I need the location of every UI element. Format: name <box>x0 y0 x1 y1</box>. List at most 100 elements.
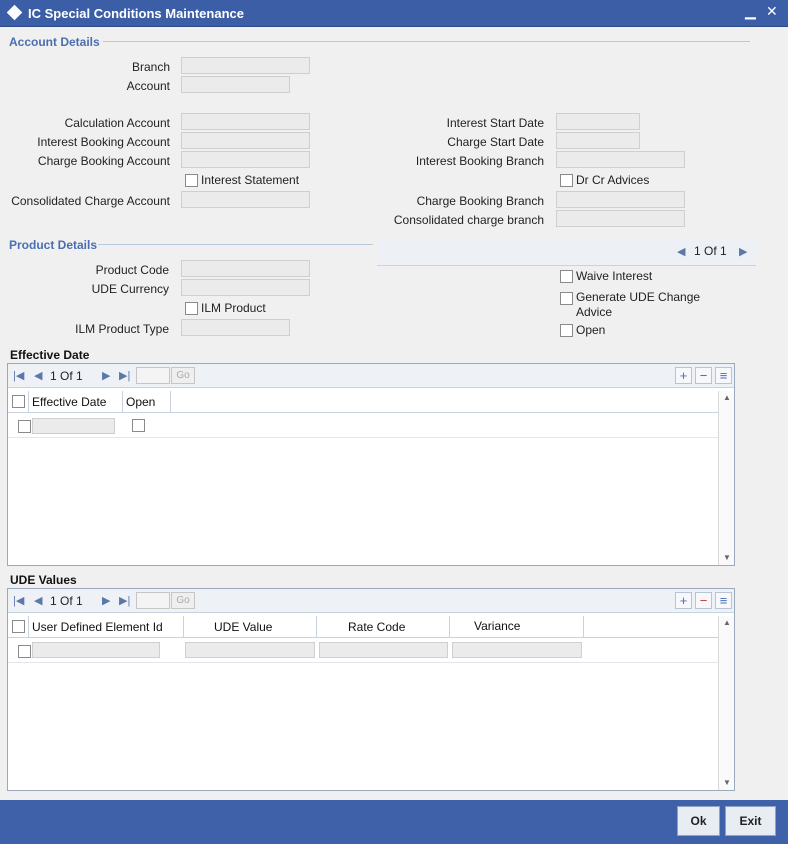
row-select-checkbox[interactable] <box>18 420 31 433</box>
account-label: Account <box>126 79 170 93</box>
account-details-title: Account Details <box>9 35 100 49</box>
calculation-account-label: Calculation Account <box>64 116 170 130</box>
col-user-defined-element-id: User Defined Element Id <box>32 620 163 634</box>
branch-field[interactable] <box>181 57 310 74</box>
ok-button[interactable]: Ok <box>677 806 720 836</box>
ude-value-cell[interactable] <box>185 642 315 658</box>
column-divider <box>316 616 317 638</box>
interest-booking-branch-label: Interest Booking Branch <box>415 154 544 168</box>
ilm-product-checkbox[interactable] <box>185 302 198 315</box>
interest-statement-checkbox[interactable] <box>185 174 198 187</box>
select-all-checkbox[interactable] <box>12 395 25 408</box>
select-all-checkbox[interactable] <box>12 620 25 633</box>
column-divider <box>170 391 171 413</box>
effective-date-grid: |◀ ◀ 1 Of 1 ▶ ▶| Go + − ≡ Effective Date… <box>7 363 735 566</box>
add-row-icon[interactable]: + <box>675 592 692 609</box>
interest-statement-label: Interest Statement <box>201 173 300 187</box>
close-icon[interactable]: ✕ <box>766 3 778 20</box>
window-title: IC Special Conditions Maintenance <box>28 6 244 21</box>
consolidated-charge-branch-label: Consolidated charge branch <box>393 213 544 227</box>
scroll-down-icon[interactable]: ▼ <box>719 778 735 787</box>
vertical-scrollbar[interactable]: ▲ ▼ <box>718 616 734 790</box>
title-bar: IC Special Conditions Maintenance ▁ ✕ <box>0 0 788 27</box>
previous-page-icon[interactable]: ◀ <box>34 594 42 607</box>
charge-booking-branch-label: Charge Booking Branch <box>416 194 544 208</box>
effective-date-grid-title: Effective Date <box>10 348 90 362</box>
interest-booking-account-field[interactable] <box>181 132 310 149</box>
scroll-up-icon[interactable]: ▲ <box>719 618 735 627</box>
branch-label: Branch <box>131 60 170 74</box>
next-page-icon[interactable]: ▶ <box>102 369 110 382</box>
consolidated-charge-branch-field[interactable] <box>556 210 685 227</box>
column-divider <box>583 616 584 638</box>
single-view-icon[interactable]: ≡ <box>715 367 732 384</box>
first-page-icon[interactable]: |◀ <box>13 594 24 607</box>
charge-booking-account-label: Charge Booking Account <box>37 154 170 168</box>
minimize-icon[interactable]: ▁ <box>745 3 756 20</box>
dr-cr-advices-label: Dr Cr Advices <box>576 173 650 187</box>
divider <box>98 244 373 245</box>
page-number-input[interactable] <box>136 367 170 384</box>
consolidated-charge-account-label: Consolidated Charge Account <box>11 194 170 208</box>
col-ude-value: UDE Value <box>214 620 273 634</box>
vertical-scrollbar[interactable]: ▲ ▼ <box>718 391 734 565</box>
ude-values-toolbar: |◀ ◀ 1 Of 1 ▶ ▶| Go + − ≡ <box>8 589 734 613</box>
col-rate-code: Rate Code <box>348 620 406 634</box>
product-details-title: Product Details <box>9 238 98 252</box>
previous-icon[interactable]: ◀ <box>677 245 685 258</box>
go-button[interactable]: Go <box>171 592 195 609</box>
dr-cr-advices-checkbox[interactable] <box>560 174 573 187</box>
account-field[interactable] <box>181 76 290 93</box>
effective-date-toolbar: |◀ ◀ 1 Of 1 ▶ ▶| Go + − ≡ <box>8 364 734 388</box>
open-cell-checkbox[interactable] <box>132 419 145 432</box>
scroll-down-icon[interactable]: ▼ <box>719 553 735 562</box>
charge-booking-account-field[interactable] <box>181 151 310 168</box>
add-row-icon[interactable]: + <box>675 367 692 384</box>
row-select-checkbox[interactable] <box>18 645 31 658</box>
col-variance: Variance <box>474 619 521 633</box>
consolidated-charge-account-field[interactable] <box>181 191 310 208</box>
last-page-icon[interactable]: ▶| <box>119 594 130 607</box>
generate-ude-change-advice-label-line2: Advice <box>576 305 613 319</box>
interest-start-date-field[interactable] <box>556 113 640 130</box>
ude-currency-field[interactable] <box>181 279 310 296</box>
interest-booking-branch-field[interactable] <box>556 151 685 168</box>
ilm-product-label: ILM Product <box>201 301 266 315</box>
ude-id-cell[interactable] <box>32 642 160 658</box>
generate-ude-change-advice-label: Generate UDE Change <box>576 290 701 304</box>
scroll-up-icon[interactable]: ▲ <box>719 393 735 402</box>
open-checkbox[interactable] <box>560 324 573 337</box>
calculation-account-field[interactable] <box>181 113 310 130</box>
interest-booking-account-label: Interest Booking Account <box>37 135 170 149</box>
column-divider <box>28 391 29 413</box>
waive-interest-checkbox[interactable] <box>560 270 573 283</box>
rate-code-cell[interactable] <box>319 642 448 658</box>
next-page-icon[interactable]: ▶ <box>102 594 110 607</box>
product-code-field[interactable] <box>181 260 310 277</box>
effective-date-header-row: Effective Date Open <box>8 391 718 413</box>
variance-cell[interactable] <box>452 642 582 658</box>
last-page-icon[interactable]: ▶| <box>119 369 130 382</box>
page-number-input[interactable] <box>136 592 170 609</box>
ilm-product-type-field[interactable] <box>181 319 290 336</box>
next-icon[interactable]: ▶ <box>739 245 747 258</box>
first-page-icon[interactable]: |◀ <box>13 369 24 382</box>
divider <box>103 41 750 42</box>
exit-button[interactable]: Exit <box>725 806 776 836</box>
go-button[interactable]: Go <box>171 367 195 384</box>
ude-currency-label: UDE Currency <box>91 282 169 296</box>
column-divider <box>28 616 29 638</box>
previous-page-icon[interactable]: ◀ <box>34 369 42 382</box>
ude-values-grid-title: UDE Values <box>10 573 77 587</box>
ude-values-pager-text: 1 Of 1 <box>50 594 83 608</box>
effective-date-cell[interactable] <box>32 418 115 434</box>
generate-ude-change-advice-checkbox[interactable] <box>560 292 573 305</box>
delete-row-icon[interactable]: − <box>695 367 712 384</box>
single-view-icon[interactable]: ≡ <box>715 592 732 609</box>
charge-start-date-field[interactable] <box>556 132 640 149</box>
open-label: Open <box>576 323 606 337</box>
table-row <box>8 414 718 438</box>
delete-row-icon[interactable]: − <box>695 592 712 609</box>
charge-booking-branch-field[interactable] <box>556 191 685 208</box>
column-divider <box>122 391 123 413</box>
